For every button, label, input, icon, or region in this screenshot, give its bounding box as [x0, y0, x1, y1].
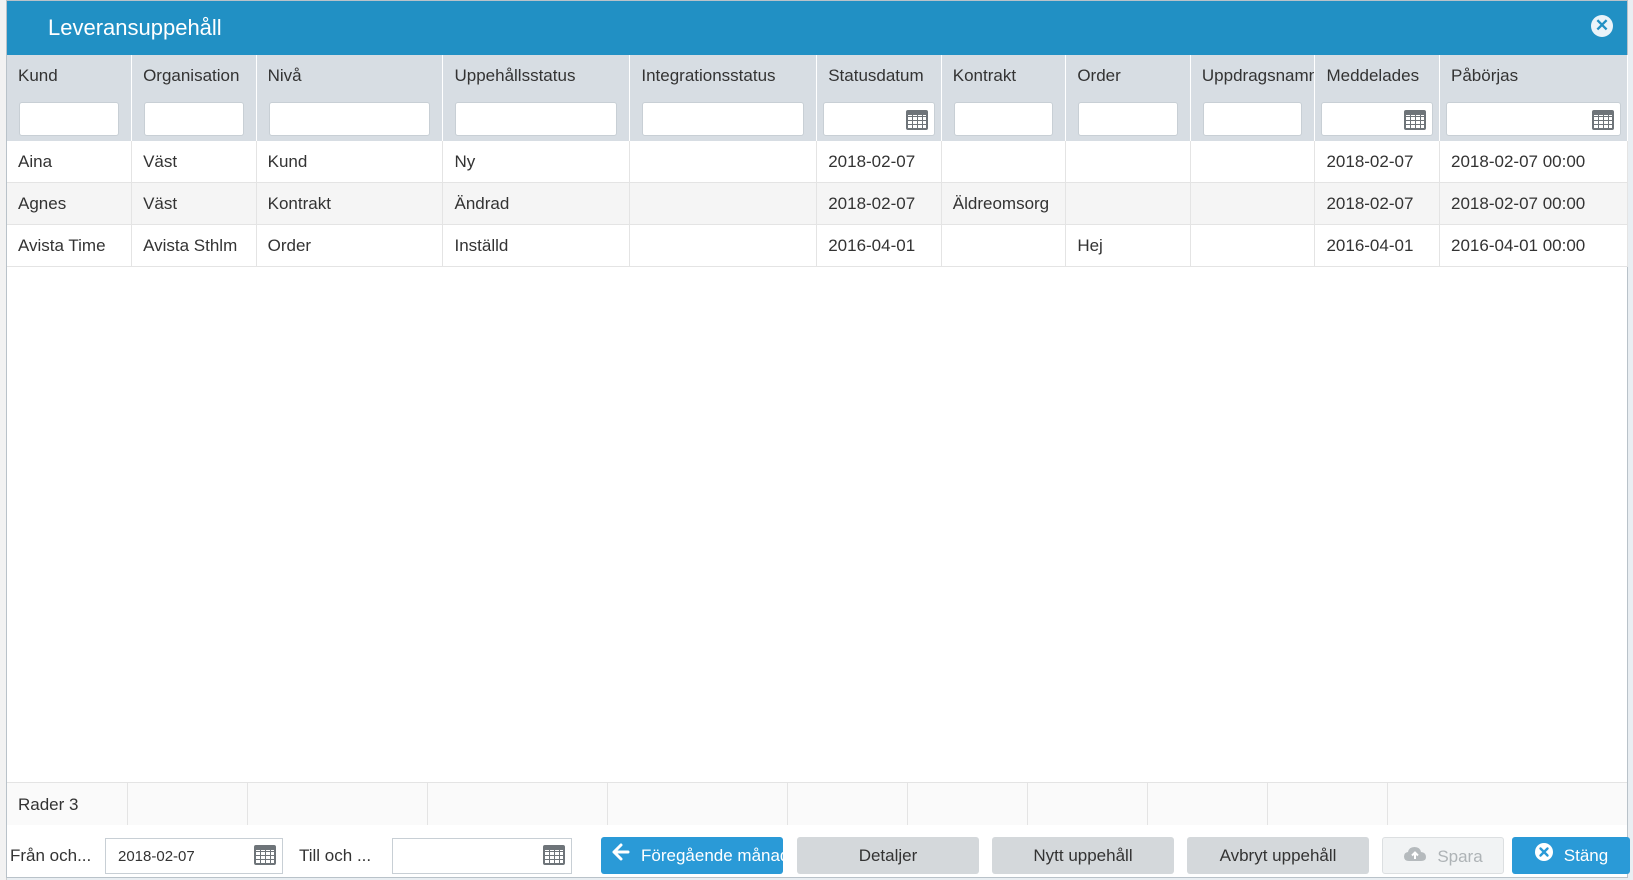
column-header-integrationsstatus[interactable]: Integrationsstatus: [629, 55, 818, 97]
filter-kund-input[interactable]: [19, 102, 120, 136]
from-date-label: Från och...: [10, 846, 92, 865]
filter-uppdragsnamn-input[interactable]: [1202, 102, 1303, 136]
cancel-pause-button[interactable]: Avbryt uppehåll: [1187, 837, 1369, 874]
cell-niva: Kontrakt: [256, 182, 444, 225]
filter-niva-input[interactable]: [268, 102, 431, 136]
calendar-icon[interactable]: [254, 845, 276, 865]
cell-statusdatum: 2016-04-01: [816, 224, 942, 267]
cancel-pause-label: Avbryt uppehåll: [1219, 846, 1337, 865]
cell-paborjas: 2016-04-01 00:00: [1439, 224, 1628, 267]
cell-kund: Avista Time: [7, 224, 133, 267]
table-row[interactable]: Avista Time Avista Sthlm Order Inställd …: [7, 224, 1628, 267]
cell-kontrakt: [941, 224, 1067, 267]
cell-kund: Agnes: [7, 182, 133, 225]
table-row[interactable]: Aina Väst Kund Ny 2018-02-07 2018-02-07 …: [7, 141, 1628, 183]
cell-uppehallsstatus: Ny: [442, 141, 631, 183]
calendar-icon[interactable]: [1592, 110, 1614, 130]
cell-order: [1065, 182, 1191, 225]
bottom-toolbar: Från och... 2018-02-07 Till och ... Före…: [7, 827, 1630, 877]
filter-paborjas-input[interactable]: [1446, 102, 1621, 136]
row-count-label: Rader 3: [18, 795, 79, 814]
from-date-input[interactable]: 2018-02-07: [105, 838, 283, 874]
cell-meddelades: 2016-04-01: [1314, 224, 1441, 267]
column-header-kontrakt[interactable]: Kontrakt: [941, 55, 1067, 97]
details-button[interactable]: Detaljer: [797, 837, 979, 874]
column-header-paborjas[interactable]: Påbörjas: [1439, 55, 1628, 97]
previous-month-button[interactable]: Föregående månad: [601, 837, 783, 874]
dialog-title: Leveransuppehåll: [48, 15, 222, 40]
close-button[interactable]: Stäng: [1512, 837, 1630, 874]
cell-kontrakt: Äldreomsorg: [941, 182, 1067, 225]
header-row: Kund Organisation Nivå Uppehållsstatus I…: [7, 55, 1628, 97]
cell-meddelades: 2018-02-07: [1314, 141, 1441, 183]
dialog-titlebar: Leveransuppehåll ✕: [7, 1, 1627, 55]
cell-organisation: Väst: [131, 141, 257, 183]
column-header-uppdragsnamn[interactable]: Uppdragsnamn: [1190, 55, 1316, 97]
calendar-icon[interactable]: [905, 110, 928, 130]
column-header-kund[interactable]: Kund: [7, 55, 133, 97]
pause-grid: Kund Organisation Nivå Uppehållsstatus I…: [7, 55, 1628, 267]
cell-kontrakt: [941, 141, 1067, 183]
to-date-input[interactable]: [392, 838, 572, 874]
cell-niva: Kund: [256, 141, 444, 183]
column-header-meddelades[interactable]: Meddelades: [1314, 55, 1441, 97]
cell-integrationsstatus: [629, 224, 818, 267]
calendar-icon[interactable]: [1404, 110, 1427, 130]
close-icon[interactable]: ✕: [1591, 15, 1613, 37]
save-button[interactable]: Spara: [1382, 837, 1504, 874]
cell-uppdragsnamn: [1190, 224, 1316, 267]
cell-organisation: Avista Sthlm: [131, 224, 257, 267]
cell-integrationsstatus: [629, 141, 818, 183]
new-pause-label: Nytt uppehåll: [1033, 846, 1133, 865]
cell-uppdragsnamn: [1190, 182, 1316, 225]
filter-uppehallsstatus-input[interactable]: [455, 102, 618, 136]
cell-uppehallsstatus: Inställd: [442, 224, 631, 267]
close-circle-icon: [1534, 838, 1554, 874]
column-header-organisation[interactable]: Organisation: [131, 55, 257, 97]
cell-paborjas: 2018-02-07 00:00: [1439, 141, 1628, 183]
column-header-uppehallsstatus[interactable]: Uppehållsstatus: [442, 55, 631, 97]
cell-statusdatum: 2018-02-07: [816, 182, 942, 225]
save-label: Spara: [1437, 847, 1483, 866]
filter-statusdatum-input[interactable]: [823, 102, 935, 136]
leveransuppehall-dialog: Leveransuppehåll ✕ Kund Organisation Niv…: [6, 0, 1630, 878]
cell-statusdatum: 2018-02-07: [816, 141, 942, 183]
cell-order: Hej: [1065, 224, 1191, 267]
grid-footer: Rader 3: [7, 782, 1627, 825]
filter-kontrakt-input[interactable]: [953, 102, 1054, 136]
filter-organisation-input[interactable]: [144, 102, 244, 136]
table-row[interactable]: Agnes Väst Kontrakt Ändrad 2018-02-07 Äl…: [7, 182, 1628, 225]
previous-month-label: Föregående månad: [641, 846, 783, 865]
cell-integrationsstatus: [629, 182, 818, 225]
column-header-order[interactable]: Order: [1065, 55, 1191, 97]
details-label: Detaljer: [858, 846, 918, 865]
cell-uppdragsnamn: [1190, 141, 1316, 183]
arrow-left-icon: [611, 838, 631, 874]
cell-niva: Order: [256, 224, 444, 267]
filter-integrationsstatus-input[interactable]: [642, 102, 805, 136]
cell-paborjas: 2018-02-07 00:00: [1439, 182, 1628, 225]
cloud-upload-icon: [1403, 839, 1427, 873]
cell-order: [1065, 141, 1191, 183]
to-date-label: Till och ...: [299, 846, 372, 865]
column-header-statusdatum[interactable]: Statusdatum: [816, 55, 942, 97]
calendar-icon[interactable]: [543, 845, 565, 865]
filter-meddelades-input[interactable]: [1321, 102, 1434, 136]
filter-order-input[interactable]: [1078, 102, 1178, 136]
column-header-niva[interactable]: Nivå: [256, 55, 444, 97]
from-date-value: 2018-02-07: [118, 848, 195, 865]
cell-meddelades: 2018-02-07: [1314, 182, 1441, 225]
close-label: Stäng: [1563, 846, 1609, 865]
cell-uppehallsstatus: Ändrad: [442, 182, 631, 225]
new-pause-button[interactable]: Nytt uppehåll: [992, 837, 1174, 874]
filter-row: [7, 97, 1628, 141]
cell-organisation: Väst: [131, 182, 257, 225]
cell-kund: Aina: [7, 141, 133, 183]
